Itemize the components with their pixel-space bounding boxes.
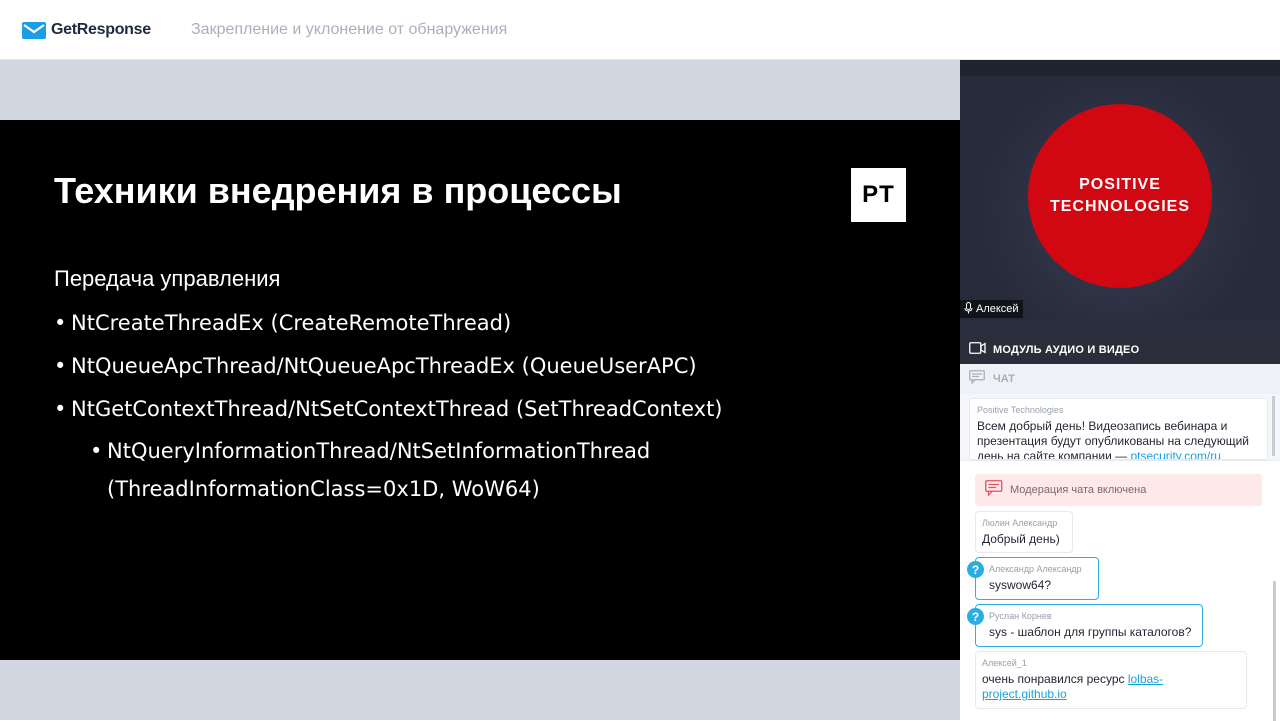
webinar-title: Закрепление и уклонение от обнаружения [191,21,508,38]
microphone-icon [964,301,973,317]
question-message: ? Руслан Корнев sys - шаблон для группы … [967,604,1203,647]
message-author: Александр Александр [989,564,1082,574]
question-message: ? Александр Александр syswow64? [967,557,1099,600]
chat-message: Люлин Александр Добрый день) [975,511,1073,553]
question-icon: ? [967,561,984,578]
chat-message: Алексей_1 очень понравился ресурс lolbas… [975,651,1247,709]
audio-video-module-header[interactable]: МОДУЛЬ АУДИО И ВИДЕО [960,336,1280,364]
chat-messages: Модерация чата включена Люлин Александр … [960,460,1280,721]
presentation-stage: Техники внедрения в процессы PT Передача… [0,60,960,720]
chat-header[interactable]: ЧАТ [960,364,1280,394]
slide: Техники внедрения в процессы PT Передача… [0,120,960,660]
moderation-text: Модерация чата включена [1010,484,1147,496]
sub-bullet-text: NtQueryInformationThread/NtSetInformatio… [107,432,650,508]
message-text: Добрый день) [982,532,1060,546]
module-label: МОДУЛЬ АУДИО И ВИДЕО [993,344,1140,356]
logo-line1: POSITIVE [1079,176,1161,193]
message-author: Positive Technologies [977,405,1064,415]
pt-logo: PT [851,168,906,222]
video-top-bar [960,60,1280,76]
brand-name: GetResponse [51,21,151,38]
message-author: Руслан Корнев [989,611,1052,621]
app-header: GetResponse Закрепление и уклонение от о… [0,0,1280,60]
message-author: Люлин Александр [982,518,1058,528]
message-text: Всем добрый день! Видеозапись вебинара и… [977,419,1260,459]
chat-label: ЧАТ [993,373,1015,385]
video-module: POSITIVE TECHNOLOGIES Алексей [960,60,1280,336]
chat-icon [969,369,985,389]
moderation-banner: Модерация чата включена [975,474,1262,506]
sub-bullet-line2: (ThreadInformationClass=0x1D, WoW64) [107,477,540,501]
message-text: очень понравился ресурс lolbas-project.g… [982,672,1240,702]
bullet-item: • NtGetContextThread/NtSetContextThread (… [54,394,914,424]
camera-icon [969,341,986,359]
moderation-icon [985,479,1003,501]
bullet-text: NtQueueApcThread/NtQueueApcThreadEx (Que… [71,354,697,378]
bullet-text: NtGetContextThread/NtSetContextThread (S… [71,397,723,421]
question-icon: ? [967,608,984,625]
message-text: sys - шаблон для группы каталогов? [989,625,1192,639]
getresponse-logo[interactable]: GetResponse [22,19,151,41]
message-text: syswow64? [989,578,1052,592]
bullet-text: NtCreateThreadEx (CreateRemoteThread) [71,311,512,335]
positive-technologies-logo: POSITIVE TECHNOLOGIES [1028,104,1212,288]
side-panel: POSITIVE TECHNOLOGIES Алексей МОДУЛЬ АУД… [960,60,1280,721]
sub-bullet-item: • NtQueryInformationThread/NtSetInformat… [54,432,914,508]
bullet-list: • NtCreateThreadEx (CreateRemoteThread) •… [54,308,914,521]
logo-line2: TECHNOLOGIES [1049,198,1190,215]
speaker-tag: Алексей [960,300,1023,318]
slide-subtitle: Передача управления [54,266,281,291]
message-body: очень понравился ресурс [982,672,1128,686]
slide-title: Техники внедрения в процессы [54,170,622,211]
speaker-name: Алексей [976,303,1019,315]
bullet-item: • NtCreateThreadEx (CreateRemoteThread) [54,308,914,338]
pinned-message: Positive Technologies Всем добрый день! … [969,398,1268,460]
envelope-icon [22,21,46,39]
message-author: Алексей_1 [982,658,1027,668]
bullet-item: • NtQueueApcThread/NtQueueApcThreadEx (Qu… [54,351,914,381]
ptsecurity-link[interactable]: ptsecurity.com/ru [1130,449,1220,459]
pinned-scrollbar[interactable] [1272,396,1275,456]
chat-scrollbar[interactable] [1273,581,1276,721]
sub-bullet-line1: NtQueryInformationThread/NtSetInformatio… [107,439,651,463]
